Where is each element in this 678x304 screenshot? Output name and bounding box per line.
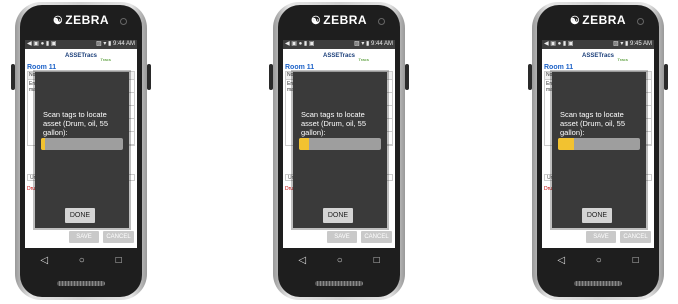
camera-icon [378, 18, 385, 25]
back-icon[interactable]: ◁ [298, 255, 306, 266]
screen: ◀ ▣ ● ▮ ▣ ▨ ▾ ▮ 9:45 AM ASSETracs Tracs … [542, 40, 654, 248]
brand-logo: ☯ ZEBRA [310, 13, 368, 27]
side-button [147, 64, 151, 90]
dialog-message: Scan tags to locate asset (Drum, oil, 55… [43, 110, 109, 137]
done-button[interactable]: DONE [65, 208, 95, 223]
status-right-icons: ▨ ▾ ▮ [613, 41, 630, 47]
brand-logo: ☯ ZEBRA [569, 13, 627, 27]
app-header: ASSETracs Tracs [283, 49, 395, 63]
app-logo: ASSETracs [64, 53, 98, 59]
status-time: 9:44 AM [370, 41, 393, 47]
back-icon[interactable]: ◁ [557, 255, 565, 266]
app-logo-sub: Tracs [358, 57, 369, 62]
app-logo-sub: Tracs [100, 57, 111, 62]
recents-icon[interactable]: □ [116, 255, 122, 266]
home-icon[interactable]: ○ [79, 255, 85, 266]
cancel-button[interactable]: CANCEL [620, 231, 651, 243]
save-button[interactable]: SAVE [586, 231, 616, 243]
app-logo: ASSETracs [581, 53, 615, 59]
home-icon[interactable]: ○ [337, 255, 343, 266]
app-logo-sub: Tracs [617, 57, 628, 62]
room-title: Room 11 [544, 64, 574, 71]
status-left-icons: ◀ ▣ ● ▮ ▣ [27, 41, 57, 47]
side-button [11, 64, 15, 90]
status-bar: ◀ ▣ ● ▮ ▣ ▨ ▾ ▮ 9:45 AM [542, 40, 654, 49]
android-nav-bar: ◁ ○ □ [283, 248, 395, 272]
android-nav-bar: ◁ ○ □ [25, 248, 137, 272]
scan-dialog: Scan tags to locate asset (Drum, oil, 55… [35, 72, 129, 228]
cancel-button[interactable]: CANCEL [361, 231, 392, 243]
camera-icon [637, 18, 644, 25]
done-button[interactable]: DONE [582, 208, 612, 223]
scan-progress-bar [41, 138, 123, 150]
home-icon[interactable]: ○ [596, 255, 602, 266]
status-bar: ◀ ▣ ● ▮ ▣ ▨ ▾ ▮ 9:44 AM [25, 40, 137, 49]
scan-dialog: Scan tags to locate asset (Drum, oil, 55… [552, 72, 646, 228]
side-button [528, 64, 532, 90]
save-button[interactable]: SAVE [69, 231, 99, 243]
app-logo: ASSETracs [322, 53, 356, 59]
zebra-logo-icon: ☯ [52, 15, 64, 27]
status-time: 9:45 AM [629, 41, 652, 47]
status-right-icons: ▨ ▾ ▮ [96, 41, 113, 47]
speaker-grille [315, 281, 363, 286]
scan-progress-fill [558, 138, 575, 150]
status-left-icons: ◀ ▣ ● ▮ ▣ [285, 41, 315, 47]
app-header: ASSETracs Tracs [542, 49, 654, 63]
screen: ◀ ▣ ● ▮ ▣ ▨ ▾ ▮ 9:44 AM ASSETracs Tracs … [25, 40, 137, 248]
recents-icon[interactable]: □ [374, 255, 380, 266]
device-frame: ☯ ZEBRA ◀ ▣ ● ▮ ▣ ▨ ▾ ▮ 9:44 AM ASSETracs… [269, 2, 409, 300]
back-icon[interactable]: ◁ [40, 255, 48, 266]
dialog-message: Scan tags to locate asset (Drum, oil, 55… [560, 110, 626, 137]
scan-progress-fill [299, 138, 309, 150]
scan-progress-fill [41, 138, 46, 150]
app-header: ASSETracs Tracs [25, 49, 137, 63]
status-bar: ◀ ▣ ● ▮ ▣ ▨ ▾ ▮ 9:44 AM [283, 40, 395, 49]
speaker-grille [574, 281, 622, 286]
status-time: 9:44 AM [112, 41, 135, 47]
zebra-logo-icon: ☯ [569, 15, 581, 27]
brand-logo: ☯ ZEBRA [52, 13, 110, 27]
device-frame: ☯ ZEBRA ◀ ▣ ● ▮ ▣ ▨ ▾ ▮ 9:45 AM ASSETracs… [528, 2, 668, 300]
screen: ◀ ▣ ● ▮ ▣ ▨ ▾ ▮ 9:44 AM ASSETracs Tracs … [283, 40, 395, 248]
scan-progress-bar [299, 138, 381, 150]
scan-dialog: Scan tags to locate asset (Drum, oil, 55… [293, 72, 387, 228]
side-button [269, 64, 273, 90]
android-nav-bar: ◁ ○ □ [542, 248, 654, 272]
side-button [664, 64, 668, 90]
save-button[interactable]: SAVE [327, 231, 357, 243]
status-right-icons: ▨ ▾ ▮ [354, 41, 371, 47]
room-title: Room 11 [285, 64, 315, 71]
done-button[interactable]: DONE [323, 208, 353, 223]
dialog-message: Scan tags to locate asset (Drum, oil, 55… [301, 110, 367, 137]
cancel-button[interactable]: CANCEL [103, 231, 134, 243]
speaker-grille [57, 281, 105, 286]
camera-icon [120, 18, 127, 25]
room-title: Room 11 [27, 64, 57, 71]
device-frame: ☯ ZEBRA ◀ ▣ ● ▮ ▣ ▨ ▾ ▮ 9:44 AM ASSETracs… [11, 2, 151, 300]
scan-progress-bar [558, 138, 640, 150]
side-button [405, 64, 409, 90]
status-left-icons: ◀ ▣ ● ▮ ▣ [544, 41, 574, 47]
zebra-logo-icon: ☯ [310, 15, 322, 27]
recents-icon[interactable]: □ [633, 255, 639, 266]
